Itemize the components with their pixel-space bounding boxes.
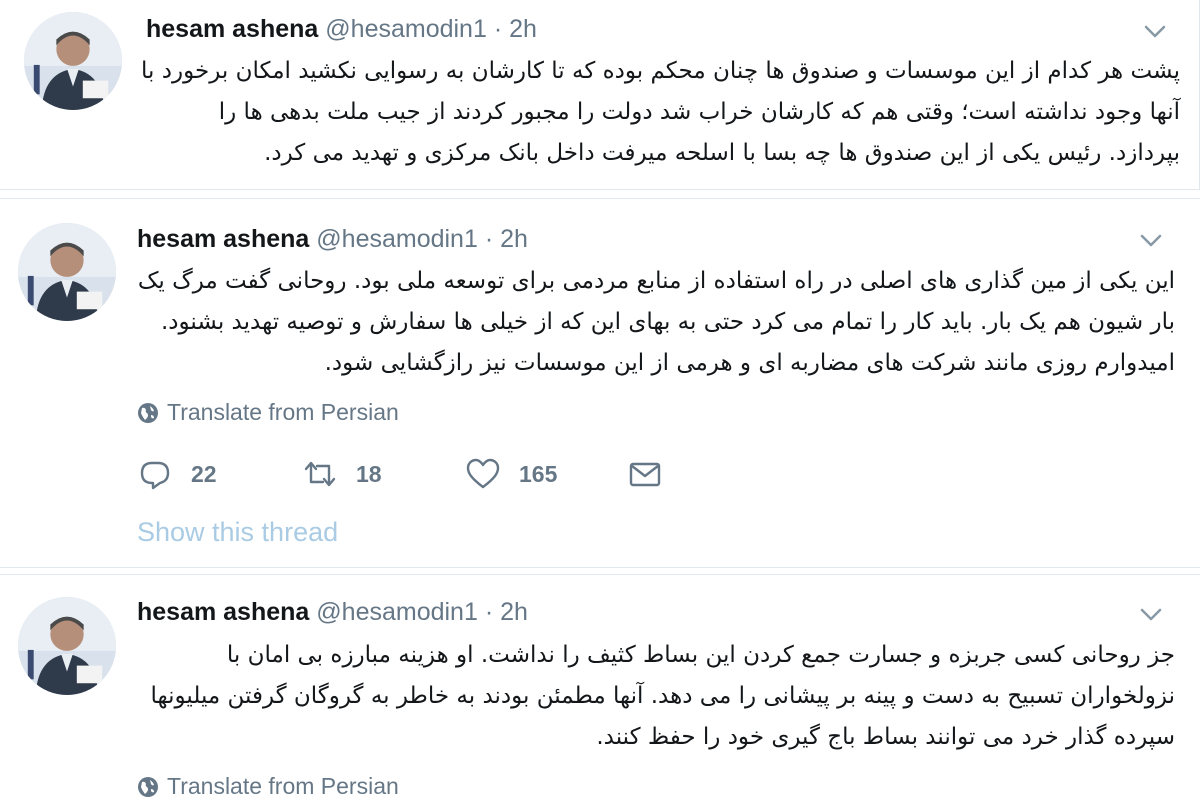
separator-dot: · bbox=[484, 598, 494, 626]
tweet-text: این یکی از مین گذاری های اصلی در راه است… bbox=[135, 261, 1175, 384]
chevron-down-icon[interactable] bbox=[1140, 16, 1170, 46]
tweet-header: hesam ashena @hesamodin1 · 2h bbox=[137, 224, 528, 254]
like-button[interactable]: 165 bbox=[465, 456, 557, 492]
reply-icon bbox=[140, 461, 170, 490]
tweet-text: پشت هر کدام از این موسسات و صندوق ها چنا… bbox=[141, 51, 1180, 174]
tweet-text-line: سپرده گذار خرد می توانند بساط باج گیری خ… bbox=[596, 724, 1175, 750]
tweet-text-line: نزولخواران تسبیح به دست و پینه بر پیشانی… bbox=[150, 683, 1176, 709]
translate-link[interactable]: Translate from Persian bbox=[137, 773, 399, 800]
avatar-image bbox=[18, 597, 116, 695]
author-name[interactable]: hesam ashena bbox=[137, 225, 309, 253]
translate-link[interactable]: Translate from Persian bbox=[137, 399, 399, 426]
avatar[interactable] bbox=[18, 223, 116, 321]
direct-message-button[interactable] bbox=[627, 456, 663, 492]
avatar[interactable] bbox=[18, 597, 116, 695]
author-name[interactable]: hesam ashena bbox=[137, 598, 309, 626]
tweet[interactable]: hesam ashena @hesamodin1 · 2h جز روحانی … bbox=[0, 574, 1200, 800]
globe-icon bbox=[138, 776, 158, 797]
timestamp[interactable]: 2h bbox=[500, 225, 528, 253]
retweet-icon bbox=[304, 461, 336, 487]
like-count: 165 bbox=[519, 460, 558, 487]
tweet-header: hesam ashena @hesamodin1 · 2h bbox=[137, 597, 528, 627]
chevron-down-icon[interactable] bbox=[1136, 225, 1166, 255]
reply-button[interactable]: 22 bbox=[137, 456, 217, 492]
avatar-image bbox=[18, 223, 116, 321]
tweet-text-line: بپردازد. رئیس یکی از این صندوق ها چه بسا… bbox=[264, 140, 1180, 166]
tweet[interactable]: hesam ashena @hesamodin1 · 2h پشت هر کدا… bbox=[0, 0, 1200, 190]
tweet-text-line: جز روحانی کسی جربزه و جسارت جمع کردن این… bbox=[226, 642, 1175, 668]
tweet-text-line: آنها وجود نداشته است؛ وقتی هم که کارشان … bbox=[218, 99, 1180, 125]
avatar[interactable] bbox=[24, 12, 122, 110]
translate-label: Translate from Persian bbox=[167, 773, 399, 799]
tweet-text: جز روحانی کسی جربزه و جسارت جمع کردن این… bbox=[135, 635, 1176, 758]
tweet-text-line: بار شیون هم یک بار. باید کار را تمام می … bbox=[160, 309, 1175, 335]
separator-dot: · bbox=[484, 225, 494, 253]
author-handle[interactable]: @hesamodin1 bbox=[325, 15, 487, 43]
tweet[interactable]: hesam ashena @hesamodin1 · 2h این یکی از… bbox=[0, 198, 1200, 568]
chevron-down-icon[interactable] bbox=[1136, 599, 1166, 629]
retweet-button[interactable]: 18 bbox=[302, 456, 382, 492]
translate-label: Translate from Persian bbox=[167, 399, 399, 425]
show-thread-link[interactable]: Show this thread bbox=[137, 517, 338, 548]
author-name[interactable]: hesam ashena bbox=[146, 15, 318, 43]
tweet-text-line: امیدوارم روزی مانند شرکت های مضاربه ای و… bbox=[324, 350, 1175, 376]
heart-icon bbox=[466, 458, 500, 489]
retweet-count: 18 bbox=[356, 460, 382, 487]
envelope-icon bbox=[629, 462, 661, 487]
avatar-image bbox=[24, 12, 122, 110]
tweet-text-line: این یکی از مین گذاری های اصلی در راه است… bbox=[137, 268, 1175, 294]
separator-dot: · bbox=[493, 15, 503, 43]
author-handle[interactable]: @hesamodin1 bbox=[316, 598, 478, 626]
timestamp[interactable]: 2h bbox=[509, 15, 537, 43]
globe-icon bbox=[138, 402, 158, 423]
author-handle[interactable]: @hesamodin1 bbox=[316, 225, 478, 253]
reply-count: 22 bbox=[191, 460, 217, 487]
tweet-header: hesam ashena @hesamodin1 · 2h bbox=[146, 14, 537, 44]
tweet-actions: 22 18 165 bbox=[137, 456, 697, 496]
tweet-text-line: پشت هر کدام از این موسسات و صندوق ها چنا… bbox=[141, 58, 1180, 84]
timestamp[interactable]: 2h bbox=[500, 598, 528, 626]
